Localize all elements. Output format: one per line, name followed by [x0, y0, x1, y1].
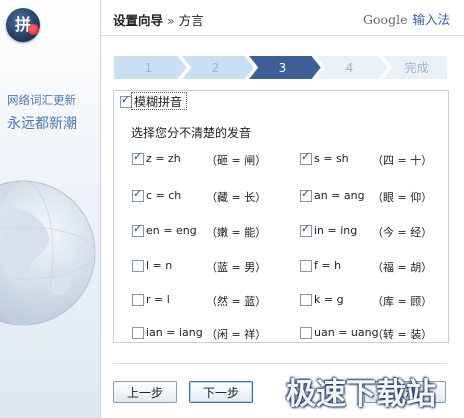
- step-label-1: 1: [145, 61, 153, 75]
- dialect-option-label: l = n: [146, 259, 173, 272]
- breadcrumb-separator: »: [167, 13, 175, 28]
- watermark: 极速下载站: [286, 377, 436, 412]
- promo-line-2: 永远都新潮: [7, 116, 77, 132]
- dialect-option-label: z = zh: [146, 152, 181, 165]
- breadcrumb-current: 方言: [178, 13, 204, 28]
- dialect-option-checkbox[interactable]: [300, 222, 312, 237]
- step-label-4: 4: [346, 61, 354, 75]
- dialect-option-example: （今 = 经）: [372, 226, 433, 239]
- dialect-option-label: r = l: [146, 293, 170, 306]
- dialect-option-label: ian = iang: [146, 326, 203, 339]
- fuzzy-pinyin-label: 模糊拼音: [134, 95, 183, 109]
- dialect-option-checkbox[interactable]: [132, 222, 144, 237]
- dialect-option-example: （四 = 十）: [372, 154, 433, 167]
- step-progress: 1 2 3 4 完成: [113, 55, 448, 80]
- dialect-option-label: en = eng: [146, 224, 197, 237]
- next-button[interactable]: 下一步: [189, 381, 253, 403]
- header-bar: 设置向导» 方言 Google 输入法: [101, 0, 464, 36]
- dialect-option-example: （转 = 装）: [372, 328, 433, 341]
- dialect-option-checkbox[interactable]: [300, 150, 312, 165]
- dialect-option-label: f = h: [314, 259, 342, 272]
- dialect-option-checkbox[interactable]: [300, 294, 312, 306]
- breadcrumb: 设置向导» 方言: [113, 10, 204, 29]
- dialect-option-example: （蓝 = 男）: [206, 261, 267, 274]
- logo-dot: [28, 24, 39, 35]
- brand-ime: 输入法: [412, 12, 450, 27]
- dialect-option-checkbox[interactable]: [132, 294, 144, 306]
- dialect-option-checkbox[interactable]: [300, 187, 312, 202]
- step-label-3: 3: [279, 61, 287, 75]
- step-label-2: 2: [212, 61, 220, 75]
- dialect-option-label: k = g: [314, 293, 344, 306]
- dialect-option-example: （砸 = 闸）: [206, 154, 267, 167]
- dialect-option-label: an = ang: [314, 189, 365, 202]
- promo-line-1: 网络词汇更新: [7, 93, 76, 107]
- dialect-option-example: （然 = 蓝）: [206, 295, 267, 308]
- dialect-option-example: （藏 = 长）: [206, 191, 267, 204]
- dialect-option-example: （福 = 胡）: [372, 261, 433, 274]
- step-label-5: 完成: [404, 60, 428, 75]
- dialect-option-checkbox[interactable]: [132, 187, 144, 202]
- breadcrumb-root: 设置向导: [113, 13, 164, 28]
- prev-button[interactable]: 上一步: [113, 381, 177, 403]
- dialect-option-checkbox[interactable]: [132, 260, 144, 272]
- globe-icon: [0, 180, 96, 326]
- instruction-text: 选择您分不清楚的发音: [131, 126, 252, 140]
- dialect-option-example: （库 = 顾）: [372, 295, 433, 308]
- dialect-option-label: in = ing: [314, 224, 358, 237]
- dialect-option-checkbox[interactable]: [300, 260, 312, 272]
- dialect-option-example: （眼 = 仰）: [372, 191, 433, 204]
- dialect-option-checkbox[interactable]: [300, 327, 312, 339]
- brand-google: Google: [363, 12, 408, 27]
- sidebar: 拼 网络词汇更新 永远都新潮: [0, 0, 101, 418]
- dialect-option-label: c = ch: [146, 189, 182, 202]
- dialect-option-label: uan = uang: [314, 326, 379, 339]
- footer-divider: [113, 363, 447, 364]
- dialect-option-label: s = sh: [314, 152, 349, 165]
- dialect-option-example: （闲 = 祥）: [206, 328, 267, 341]
- brand: Google 输入法: [363, 9, 450, 28]
- dialect-option-example: （嫩 = 能）: [206, 226, 267, 239]
- dialect-option-checkbox[interactable]: [132, 150, 144, 165]
- dialect-option-checkbox[interactable]: [132, 327, 144, 339]
